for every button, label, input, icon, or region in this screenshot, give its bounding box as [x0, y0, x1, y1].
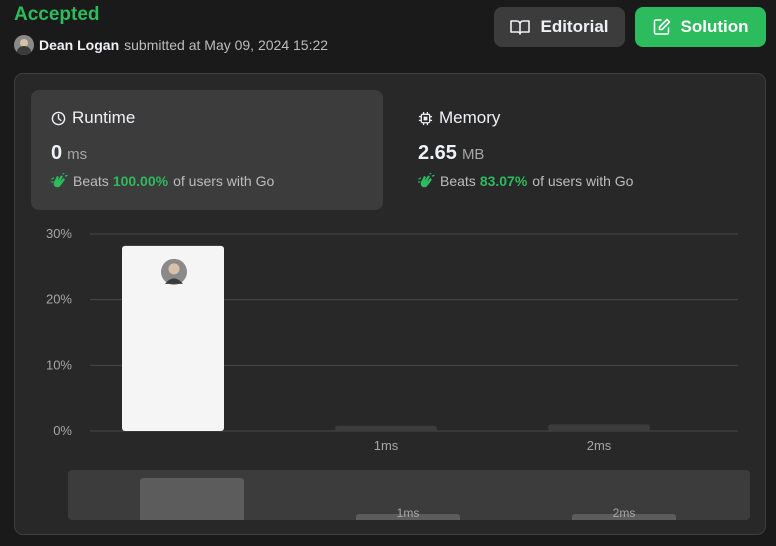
overview-label: 2ms	[612, 506, 636, 520]
runtime-distribution-chart[interactable]: 0% 10% 20% 30% 1ms 2ms	[35, 224, 747, 454]
y-tick-label: 30%	[46, 226, 72, 241]
memory-label: Memory	[439, 108, 501, 127]
y-tick-label: 20%	[46, 292, 72, 307]
y-tick-label: 0%	[53, 423, 72, 438]
overview-label: 1ms	[396, 506, 420, 520]
y-tick-label: 10%	[46, 357, 72, 372]
book-open-icon	[510, 20, 531, 35]
distribution-overview-slider[interactable]: 1ms 2ms	[68, 470, 750, 520]
editorial-label: Editorial	[540, 17, 609, 36]
submitter-info: Dean Logan submitted at May 09, 2024 15:…	[14, 35, 328, 55]
memory-beats-suffix: of users with Go	[532, 173, 634, 189]
clock-icon	[51, 111, 66, 125]
clap-icon	[418, 173, 435, 188]
chart-bar[interactable]	[335, 425, 437, 431]
submission-status: Accepted	[14, 4, 100, 25]
avatar[interactable]	[14, 35, 34, 55]
author-name[interactable]: Dean Logan	[39, 37, 119, 53]
chip-icon	[418, 111, 433, 125]
solution-label: Solution	[680, 17, 749, 36]
runtime-label: Runtime	[72, 108, 136, 127]
runtime-beats-suffix: of users with Go	[173, 173, 275, 189]
results-panel: Runtime 0 ms Beats 100.00% of users with …	[14, 73, 766, 535]
overview-bar	[140, 478, 244, 520]
chart-bar[interactable]	[548, 424, 650, 431]
memory-value: 2.65	[418, 142, 457, 164]
memory-unit: MB	[461, 146, 485, 163]
runtime-card[interactable]: Runtime 0 ms Beats 100.00% of users with …	[31, 90, 383, 210]
x-tick-label: 1ms	[374, 438, 399, 453]
runtime-value: 0	[51, 142, 63, 164]
runtime-beats-pct: 100.00%	[112, 173, 169, 189]
runtime-unit: ms	[67, 146, 88, 163]
memory-beats-label: Beats	[440, 173, 476, 189]
clap-icon	[51, 173, 68, 188]
avatar	[161, 258, 187, 285]
editorial-button[interactable]: Editorial	[494, 7, 625, 47]
memory-beats-pct: 83.07%	[479, 173, 528, 189]
memory-card[interactable]: Memory 2.65 MB Beats 83.07% of users with…	[398, 90, 750, 210]
x-tick-label: 2ms	[587, 438, 612, 453]
edit-icon	[653, 18, 670, 35]
runtime-beats-label: Beats	[73, 173, 109, 189]
submitted-time: submitted at May 09, 2024 15:22	[124, 37, 329, 53]
solution-button[interactable]: Solution	[635, 7, 766, 47]
